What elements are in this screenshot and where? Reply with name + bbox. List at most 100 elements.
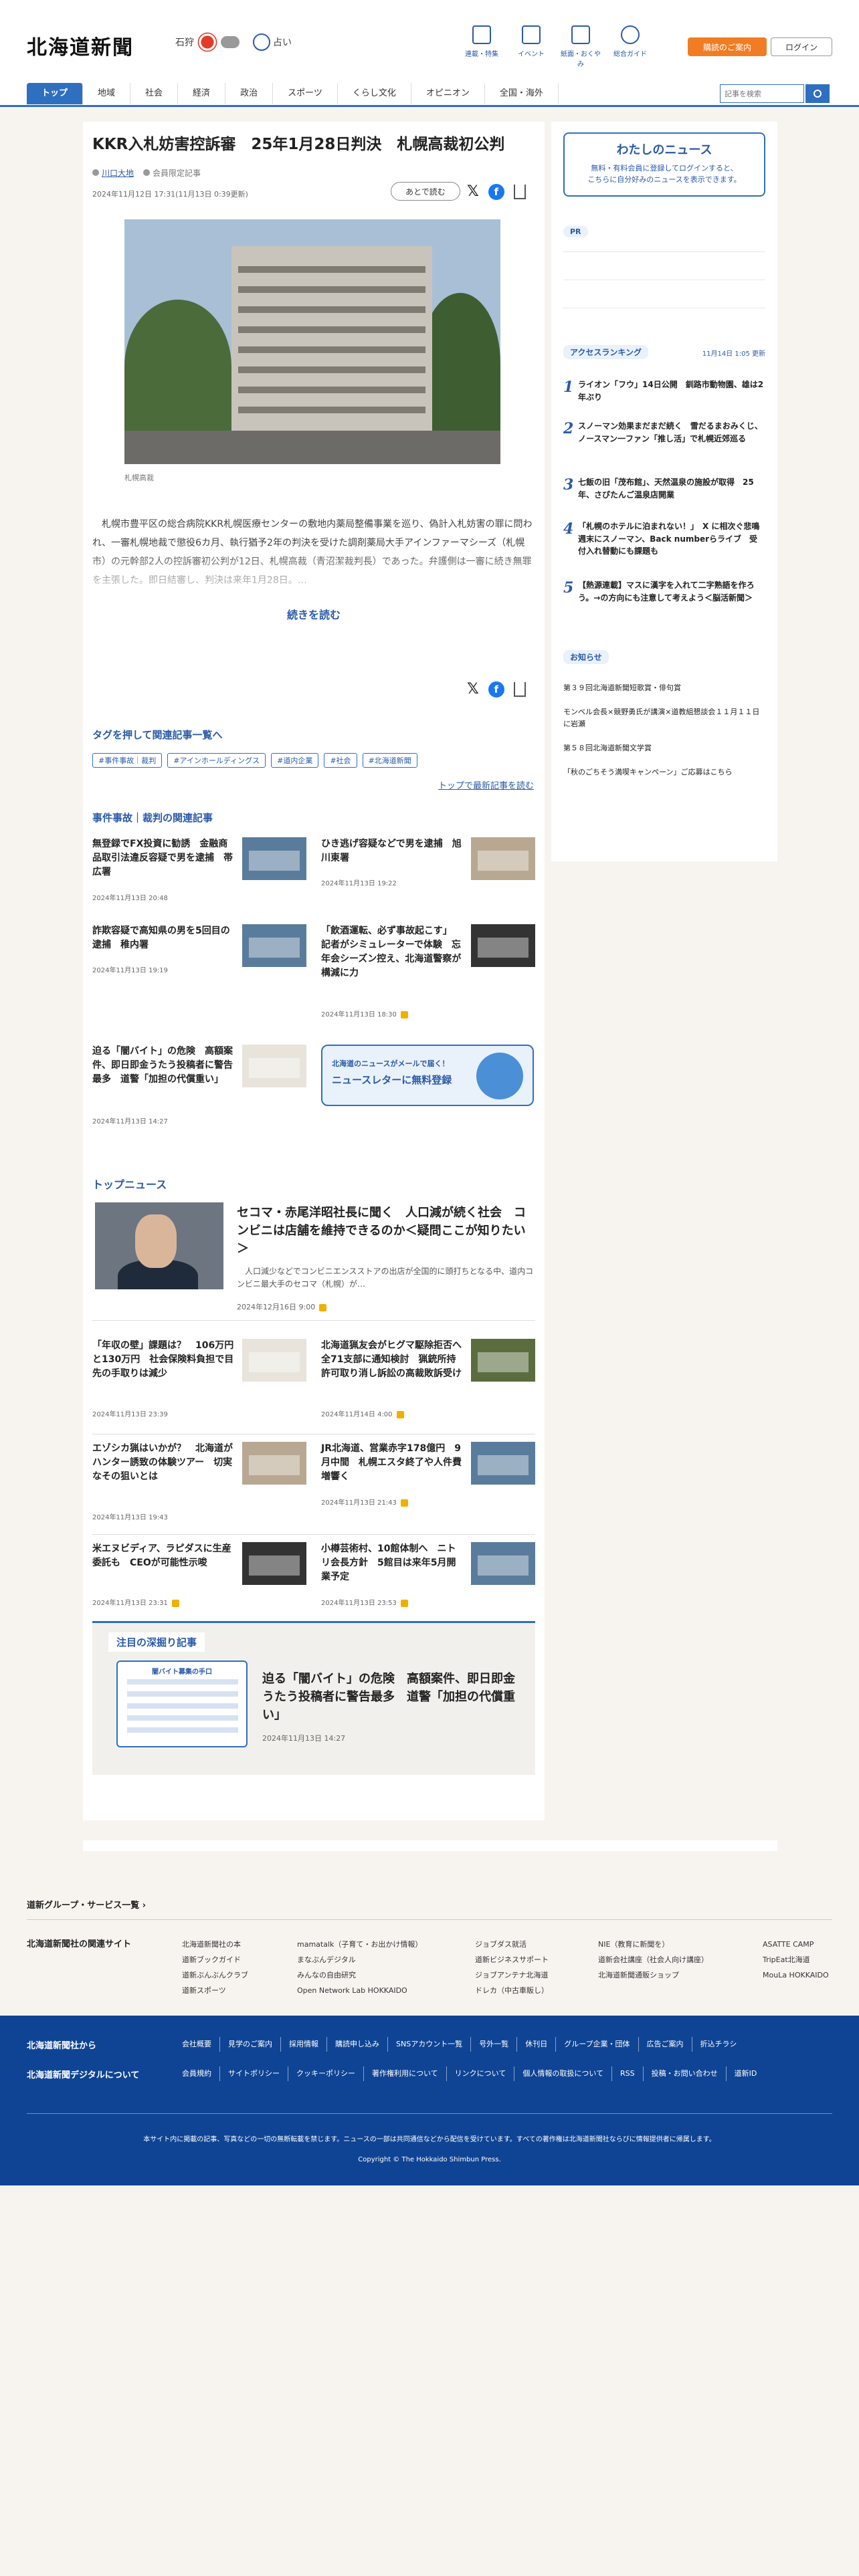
share-icon[interactable]	[513, 184, 526, 199]
footer-link[interactable]: 北海道新聞通販ショップ	[598, 1967, 708, 1983]
footer-link[interactable]: 北海道新聞社の本	[182, 1937, 248, 1952]
tag-link[interactable]: #道内企業	[271, 753, 319, 768]
site-logo[interactable]: 北海道新聞	[27, 31, 134, 60]
related-article[interactable]: 迫る「闇バイト」の危険 高額案件、即日即金うたう投稿者に警告最多 道警「加担の代…	[92, 1045, 306, 1125]
ranking-item[interactable]: 1 ライオン「フウ」14日公開 釧路市動物園、雄は2年ぶり	[563, 379, 765, 411]
footer-link[interactable]: まなぶんデジタル	[297, 1952, 422, 1967]
footer-link[interactable]: 採用情報	[280, 2037, 326, 2052]
login-button[interactable]: ログイン	[771, 37, 832, 56]
footer-link[interactable]: 広告ご案内	[638, 2037, 692, 2052]
author-link[interactable]: 川口大地	[102, 169, 134, 178]
related-article[interactable]: 「飲酒運転、必ず事故起こす」 記者がシミュレーターで体験 忘年会シーズン控え、北…	[321, 924, 535, 1018]
footer-link[interactable]: 著作権利用について	[363, 2066, 446, 2081]
footer-link[interactable]: クッキーポリシー	[288, 2066, 363, 2081]
tab-politics[interactable]: 政治	[225, 83, 274, 104]
footer-link[interactable]: 道新スポーツ	[182, 1983, 248, 1998]
tab-region[interactable]: 地域	[83, 83, 131, 104]
top-news-item[interactable]: 小樽芸術村、10館体制へ ニトリ会長方針 5館目は来年5月開業予定 2024年1…	[321, 1542, 535, 1607]
read-later-button[interactable]: あとで読む	[391, 182, 460, 201]
share-icon[interactable]	[513, 681, 526, 697]
footer-link[interactable]: 道新会社講座（社会人向け講座）	[598, 1952, 708, 1967]
tag-link[interactable]: #北海道新聞	[362, 753, 417, 768]
notice-item[interactable]: 第５８回北海道新聞文学賞	[563, 742, 765, 754]
featured-title[interactable]: セコマ・赤尾洋昭社長に聞く 人口減が続く社会 コンビニは店舗を維持できるのか＜疑…	[237, 1204, 535, 1258]
tab-sports[interactable]: スポーツ	[273, 83, 338, 104]
nav-icon-series[interactable]: 連載・特集	[462, 25, 502, 68]
ranking-item[interactable]: 5 【熱源連載】マスに漢字を入れて二字熟語を作ろう。→の方向にも注意して考えよう…	[563, 579, 765, 633]
featured-thumb[interactable]	[95, 1202, 223, 1289]
footer-link[interactable]: 休刊日	[516, 2037, 555, 2052]
fortune-link[interactable]: 占い	[253, 33, 292, 51]
search-input[interactable]	[720, 84, 804, 103]
tag-link[interactable]: #事件事故｜裁判	[92, 753, 163, 768]
footer-link[interactable]: mamatalk（子育て・お出かけ情報）	[297, 1937, 422, 1952]
top-news-item[interactable]: 「年収の壁」課題は？ 106万円と130万円 社会保険料負担で目先の手取りは減少…	[92, 1339, 306, 1419]
footer-link[interactable]: 見学のご案内	[219, 2037, 280, 2052]
my-news-box[interactable]: わたしのニュース 無料・有料会員に登録してログインすると、 こちらに自分好みのニュ…	[563, 132, 765, 197]
deep-dive-title[interactable]: 迫る「闇バイト」の危険 高額案件、即日即金うたう投稿者に警告最多 道警「加担の代…	[262, 1670, 523, 1724]
footer-link[interactable]: Open Network Lab HOKKAIDO	[297, 1983, 422, 1998]
ranking-item[interactable]: 2 スノーマン効果まだまだ続く 雪だるまおみくじ、ノースマン一ファン「推し活」で…	[563, 420, 765, 467]
top-latest-link[interactable]: トップで最新記事を読む	[438, 778, 534, 791]
group-services-link[interactable]: 道新グループ・サービス一覧 ›	[27, 1898, 146, 1911]
tab-society[interactable]: 社会	[130, 83, 179, 104]
footer-link[interactable]: MouLa HOKKAIDO	[763, 1967, 829, 1983]
footer-link[interactable]: 投稿・お問い合わせ	[642, 2066, 726, 2081]
notice-item[interactable]: モンベル会長×競野勇氏が講演×道教組懇談会１１月１１日に岩瀬	[563, 706, 765, 730]
tab-top[interactable]: トップ	[27, 83, 84, 104]
read-more-link[interactable]: 続きを読む	[83, 606, 545, 622]
subscribe-guide-button[interactable]: 購読のご案内	[688, 37, 767, 56]
tab-national[interactable]: 全国・海外	[485, 83, 559, 104]
facebook-share-icon[interactable]: f	[488, 681, 504, 697]
footer-link[interactable]: ジョブダス就活	[475, 1937, 549, 1952]
pr-slot[interactable]	[563, 251, 765, 252]
top-news-item[interactable]: 米エヌビディア、ラピダスに生産委託も CEOが可能性示唆 2024年11月13日…	[92, 1542, 306, 1607]
footer-link[interactable]: リンクについて	[446, 2066, 514, 2081]
weather-widget[interactable]: 石狩 占い	[175, 33, 292, 51]
related-article[interactable]: 無登録でFX投資に勧誘 金融商品取引法違反容疑で男を逮捕 帯広署 2024年11…	[92, 837, 306, 904]
tags-heading[interactable]: タグを押して関連記事一覧へ	[92, 728, 223, 742]
nav-icon-guide[interactable]: 総合ガイド	[610, 25, 650, 68]
footer-link[interactable]: NIE（教育に新聞を）	[598, 1937, 708, 1952]
nav-icon-paper[interactable]: 紙面・おくやみ	[561, 25, 601, 68]
footer-link[interactable]: 会社概要	[182, 2037, 219, 2052]
top-news-item[interactable]: JR北海道、営業赤字178億円 9月中間 札幌エスタ終了や人件費増響く 2024…	[321, 1442, 535, 1522]
facebook-share-icon[interactable]: f	[488, 183, 504, 200]
footer-link[interactable]: 道新ID	[725, 2066, 765, 2081]
footer-link[interactable]: SNSアカウント一覧	[387, 2037, 470, 2052]
tab-economy[interactable]: 経済	[178, 83, 226, 104]
ranking-item[interactable]: 4 「札幌のホテルに泊まれない！」 X に相次ぐ悲鳴 週末にスノーマン、Back…	[563, 520, 767, 574]
search-button[interactable]	[805, 84, 830, 103]
tag-link[interactable]: #社会	[324, 753, 357, 768]
footer-link[interactable]: 道新ブックガイド	[182, 1952, 248, 1967]
footer-link[interactable]: 道新ぶんぶんクラブ	[182, 1967, 248, 1983]
tab-culture[interactable]: くらし文化	[338, 83, 411, 104]
nav-icon-events[interactable]: イベント	[511, 25, 551, 68]
tag-link[interactable]: #アインホールディングス	[167, 753, 266, 768]
deep-dive-image[interactable]: 闇バイト募集の手口	[116, 1660, 248, 1747]
footer-link[interactable]: 折込チラシ	[691, 2037, 745, 2052]
related-article[interactable]: ひき逃げ容疑などで男を逮捕 旭川東署 2024年11月13日 19:22	[321, 837, 535, 904]
ranking-item[interactable]: 3 七飯の旧「茂布館」、天然温泉の施設が取得 25年、さぴたんご温泉店開業	[563, 476, 765, 514]
footer-link[interactable]: 会員規約	[182, 2066, 219, 2081]
footer-link[interactable]: サイトポリシー	[219, 2066, 288, 2081]
footer-link[interactable]: 号外一覧	[470, 2037, 516, 2052]
notice-item[interactable]: 第３９回北海道新聞短歌賞・俳句賞	[563, 682, 765, 694]
footer-link[interactable]: みんなの自由研究	[297, 1967, 422, 1983]
notice-heading[interactable]: お知らせ	[563, 650, 609, 664]
x-share-icon[interactable]: 𝕏	[467, 681, 479, 697]
related-article[interactable]: 詐欺容疑で高知県の男を5回目の逮捕 稚内署 2024年11月13日 19:19	[92, 924, 306, 984]
ranking-heading[interactable]: アクセスランキング	[563, 345, 649, 359]
footer-link[interactable]: ASATTE CAMP	[763, 1937, 829, 1952]
top-news-item[interactable]: エゾシカ猟はいかが？ 北海道がハンター誘致の体験ツアー 切実なその狙いとは 20…	[92, 1442, 306, 1522]
related-heading[interactable]: 事件事故｜裁判の関連記事	[92, 811, 213, 825]
footer-link[interactable]: ドレカ（中古車販し）	[475, 1983, 549, 1998]
footer-link[interactable]: グループ企業・団体	[555, 2037, 638, 2052]
newsletter-banner[interactable]: 北海道のニュースがメールで届く！ ニュースレターに無料登録	[321, 1045, 534, 1106]
tab-opinion[interactable]: オピニオン	[411, 83, 485, 104]
deep-dive-heading[interactable]: 注目の深掘り記事	[108, 1632, 205, 1652]
footer-link[interactable]: 個人情報の取扱について	[514, 2066, 611, 2081]
notice-item[interactable]: 「秋のごちそう満喫キャンペーン」ご応募はこちら	[563, 766, 765, 778]
x-share-icon[interactable]: 𝕏	[467, 183, 479, 200]
footer-link[interactable]: TripEat北海道	[763, 1952, 829, 1967]
